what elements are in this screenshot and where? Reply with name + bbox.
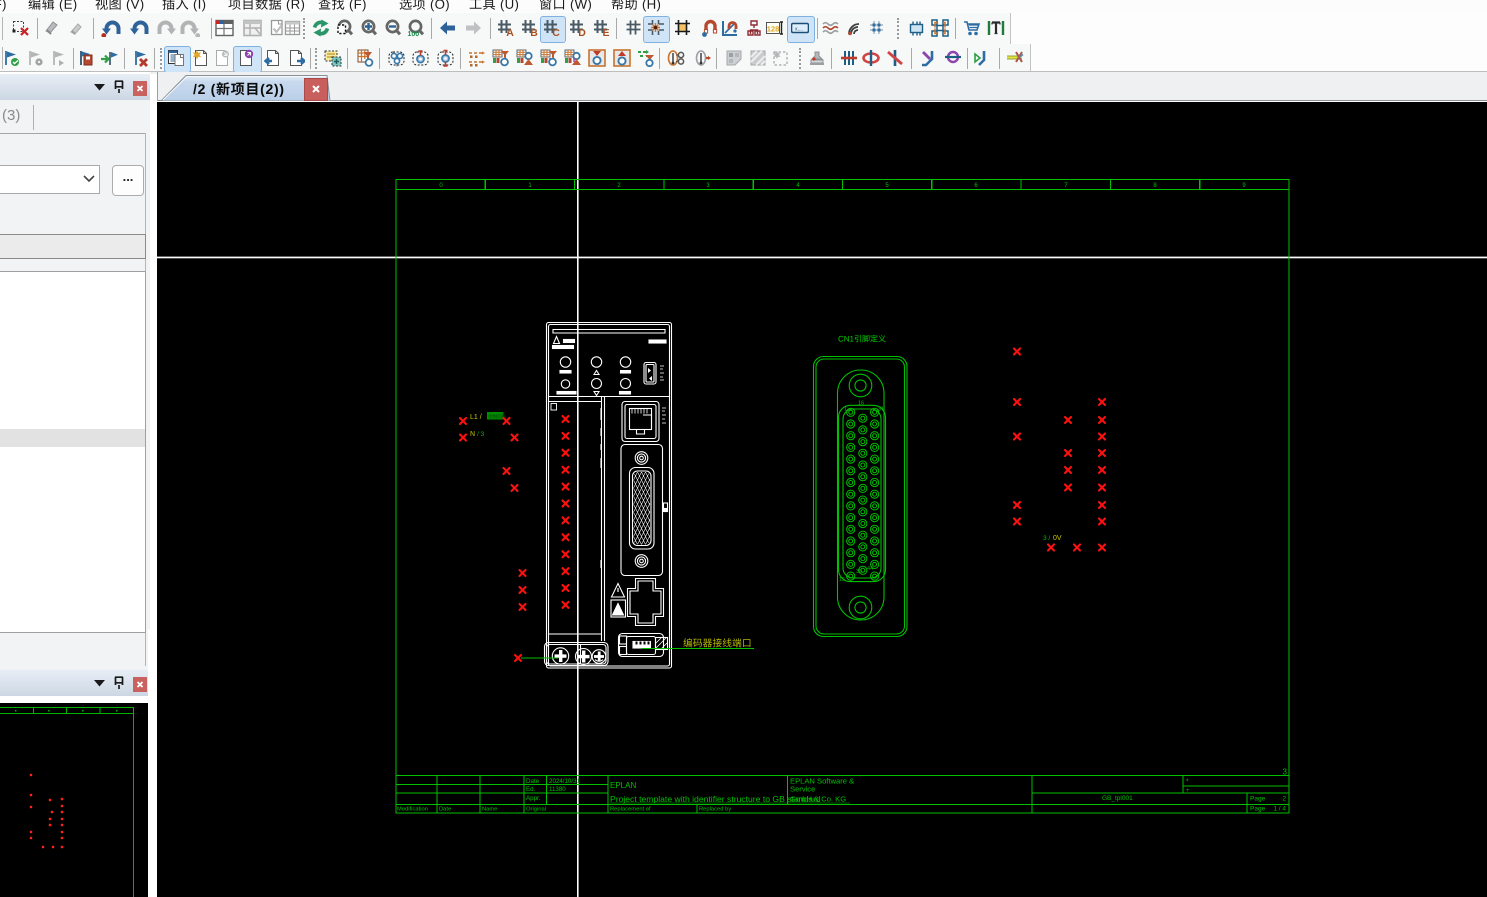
svg-text:Name: Name (482, 807, 497, 813)
svg-text:/ 3: / 3 (477, 431, 485, 438)
svg-text:GmbH & Co. KG: GmbH & Co. KG (790, 795, 846, 804)
svg-text:C: C (552, 27, 560, 37)
svg-text:Page: Page (1250, 795, 1266, 802)
svg-text:30: 30 (856, 569, 862, 575)
svg-text:Service: Service (790, 785, 815, 794)
svg-text:+: + (1186, 788, 1190, 794)
svg-text:3 /: 3 / (1043, 535, 1050, 542)
svg-text:x....: x.... (795, 27, 803, 33)
svg-text:B: B (530, 27, 538, 37)
svg-text:Date: Date (526, 778, 540, 785)
svg-text:11380: 11380 (549, 786, 566, 793)
svg-text:L1 /: L1 / (470, 414, 482, 421)
svg-text:Original: Original (526, 807, 546, 813)
svg-text:Replacement of: Replacement of (610, 807, 651, 813)
svg-text:2: 2 (1282, 795, 1286, 802)
svg-text:Date: Date (439, 807, 451, 813)
svg-text:1 / 4: 1 / 4 (1273, 806, 1286, 813)
svg-text:44: 44 (867, 566, 873, 572)
svg-text:EPLAN: EPLAN (610, 781, 636, 790)
svg-text:1: 1 (844, 407, 847, 413)
svg-text:16: 16 (858, 401, 864, 407)
svg-text:N: N (470, 431, 475, 438)
svg-text:GB_tpl001: GB_tpl001 (1102, 795, 1133, 802)
svg-text:Ed.: Ed. (526, 786, 536, 793)
svg-text:Modification: Modification (397, 807, 428, 813)
svg-text:3: 3 (1283, 768, 1288, 777)
svg-text:Replaced by: Replaced by (699, 807, 731, 813)
svg-text:Page: Page (1250, 806, 1266, 813)
svg-text:0V: 0V (1053, 535, 1062, 542)
svg-text:D: D (578, 27, 586, 37)
svg-text:31: 31 (878, 407, 884, 413)
svg-text:Appr.: Appr. (526, 795, 541, 802)
svg-text:15: 15 (839, 577, 845, 583)
svg-text:E: E (602, 27, 609, 37)
svg-text:A: A (506, 27, 514, 37)
svg-text:*: * (1186, 779, 1189, 786)
svg-text:2024/10/31: 2024/10/31 (549, 778, 581, 785)
